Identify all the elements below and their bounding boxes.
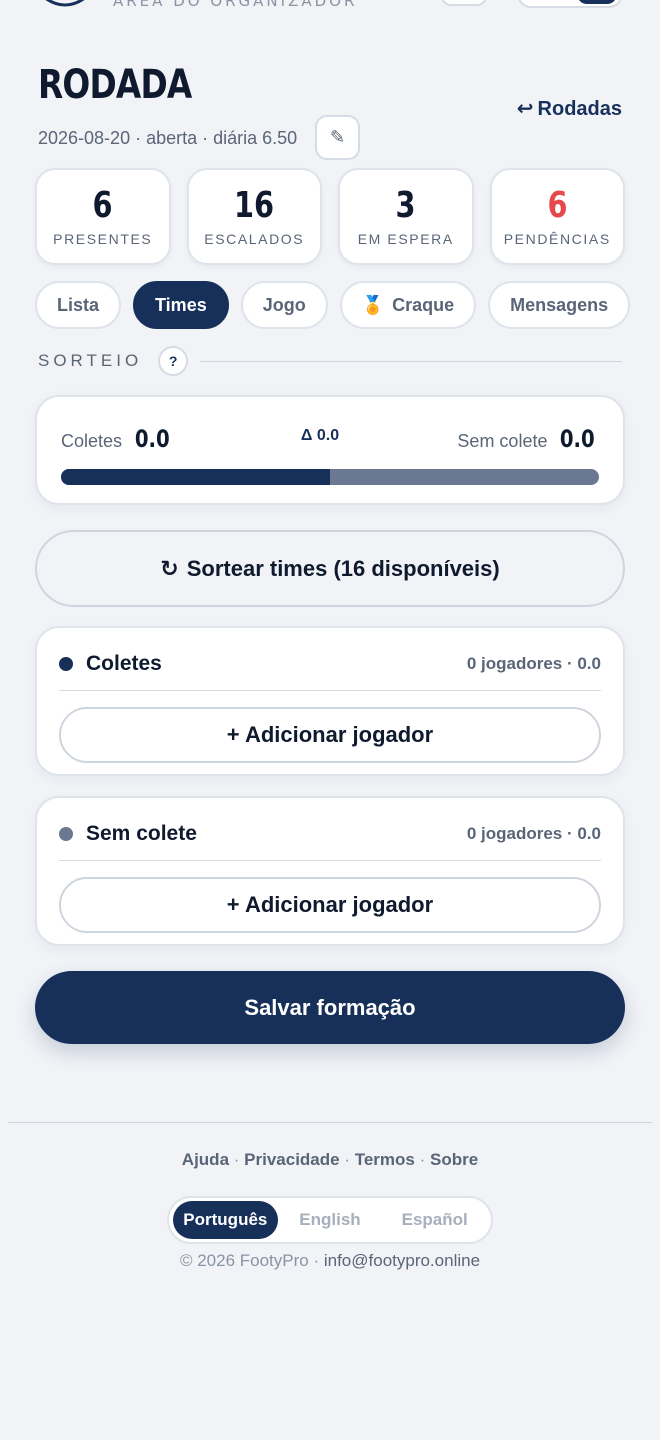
footer-link-privacidade[interactable]: Privacidade bbox=[244, 1150, 339, 1169]
lang-english[interactable]: English bbox=[278, 1201, 383, 1239]
stat-em-espera[interactable]: 3 EM ESPERA bbox=[338, 168, 474, 265]
shuffle-label: Sortear times (16 disponíveis) bbox=[186, 555, 500, 581]
divider bbox=[200, 360, 622, 362]
copyright: © 2026 FootyPro · info@footypro.online bbox=[0, 1251, 660, 1271]
team-header: Coletes 0 jogadores · 0.0 bbox=[59, 652, 601, 676]
lang-portugues[interactable]: Português bbox=[173, 1201, 278, 1239]
stat-escalados[interactable]: 16 ESCALADOS bbox=[186, 168, 322, 265]
team-header: Sem colete 0 jogadores · 0.0 bbox=[59, 822, 601, 846]
team-name: Sem colete bbox=[86, 822, 197, 845]
stat-value: 16 bbox=[234, 184, 275, 226]
shield-logo-icon[interactable] bbox=[38, 0, 92, 16]
footer-links: Ajuda · Privacidade · Termos · Sobre bbox=[0, 1150, 660, 1170]
stats-row: 6 PRESENTES 16 ESCALADOS 3 EM ESPERA 6 P… bbox=[35, 168, 625, 265]
org-area-label: ÁREA DO ORGANIZADOR bbox=[113, 0, 358, 10]
account-toggle[interactable] bbox=[517, 0, 623, 8]
tab-label: Craque bbox=[392, 294, 455, 315]
section-label: SORTEIO bbox=[38, 351, 143, 370]
round-meta: 2026-08-20 · aberta · diária 6.50 bbox=[38, 128, 298, 148]
team-info: 0 jogadores · 0.0 bbox=[466, 824, 601, 843]
pencil-icon: ✎ bbox=[329, 127, 346, 147]
team-name: Coletes bbox=[86, 652, 162, 675]
tab-lista[interactable]: Lista bbox=[35, 281, 122, 329]
stat-label: ESCALADOS bbox=[204, 231, 305, 248]
page-title: RODADA bbox=[38, 62, 192, 108]
balance-bar-fill bbox=[61, 469, 330, 485]
stat-presentes[interactable]: 6 PRESENTES bbox=[35, 168, 171, 265]
team-info: 0 jogadores · 0.0 bbox=[466, 654, 601, 673]
add-player-button[interactable]: + Adicionar jogador bbox=[59, 707, 601, 763]
team-color-dot bbox=[59, 827, 73, 841]
footer-divider bbox=[8, 1122, 652, 1123]
edit-round-button[interactable]: ✎ bbox=[315, 115, 360, 160]
stat-value: 3 bbox=[395, 184, 416, 226]
help-icon[interactable]: ? bbox=[158, 346, 189, 376]
stat-label: EM ESPERA bbox=[357, 231, 454, 248]
toggle-knob bbox=[577, 0, 617, 4]
copyright-text: © 2026 FootyPro · bbox=[179, 1251, 320, 1270]
team-score: 0.0 bbox=[560, 425, 596, 453]
divider bbox=[59, 860, 601, 861]
dot-separator: · bbox=[344, 1150, 355, 1169]
shuffle-teams-button[interactable]: ↻ Sortear times (16 disponíveis) bbox=[35, 530, 625, 607]
team-label: Sem colete bbox=[457, 431, 548, 451]
team-card-coletes: Coletes 0 jogadores · 0.0 + Adicionar jo… bbox=[35, 626, 625, 776]
contact-email-link[interactable]: info@footypro.online bbox=[324, 1251, 480, 1270]
tab-jogo[interactable]: Jogo bbox=[240, 281, 328, 329]
tab-times[interactable]: Times bbox=[133, 281, 229, 329]
tab-mensagens[interactable]: Mensagens bbox=[488, 281, 631, 329]
footer-link-termos[interactable]: Termos bbox=[355, 1150, 415, 1169]
lang-espanol[interactable]: Español bbox=[382, 1201, 487, 1239]
tab-craque[interactable]: 🏅 Craque bbox=[339, 281, 477, 329]
back-to-rounds-link[interactable]: ↩ Rodadas bbox=[517, 96, 622, 121]
dot-separator: · bbox=[419, 1150, 431, 1169]
medal-icon: 🏅 bbox=[361, 294, 385, 315]
save-formation-button[interactable]: Salvar formação bbox=[35, 971, 625, 1044]
back-link-label: Rodadas bbox=[537, 98, 622, 120]
refresh-icon: ↻ bbox=[160, 555, 179, 581]
stat-label: PENDÊNCIAS bbox=[503, 231, 611, 248]
stat-value: 6 bbox=[92, 184, 113, 226]
sorteio-header: SORTEIO ? bbox=[38, 346, 622, 376]
footer-link-sobre[interactable]: Sobre bbox=[430, 1150, 478, 1169]
balance-card: Coletes 0.0 Δ 0.0 Sem colete 0.0 bbox=[35, 395, 625, 505]
top-bar: ÁREA DO ORGANIZADOR bbox=[0, 0, 660, 16]
stat-label: PRESENTES bbox=[53, 231, 153, 248]
stat-value: 6 bbox=[547, 184, 568, 226]
language-switcher: Português English Español bbox=[167, 1196, 493, 1244]
return-arrow-icon: ↩ bbox=[516, 98, 534, 120]
divider bbox=[59, 690, 601, 691]
balance-bar bbox=[61, 469, 599, 485]
team-color-dot bbox=[59, 657, 73, 671]
add-player-button[interactable]: + Adicionar jogador bbox=[59, 877, 601, 933]
balance-right: Sem colete 0.0 bbox=[457, 425, 599, 453]
theme-button[interactable] bbox=[441, 0, 487, 6]
footer-link-ajuda[interactable]: Ajuda bbox=[182, 1150, 229, 1169]
tab-bar: Lista Times Jogo 🏅 Craque Mensagens bbox=[35, 281, 631, 329]
team-card-sem-colete: Sem colete 0 jogadores · 0.0 + Adicionar… bbox=[35, 796, 625, 946]
dot-separator: · bbox=[233, 1150, 245, 1169]
stat-pendencias[interactable]: 6 PENDÊNCIAS bbox=[489, 168, 625, 265]
